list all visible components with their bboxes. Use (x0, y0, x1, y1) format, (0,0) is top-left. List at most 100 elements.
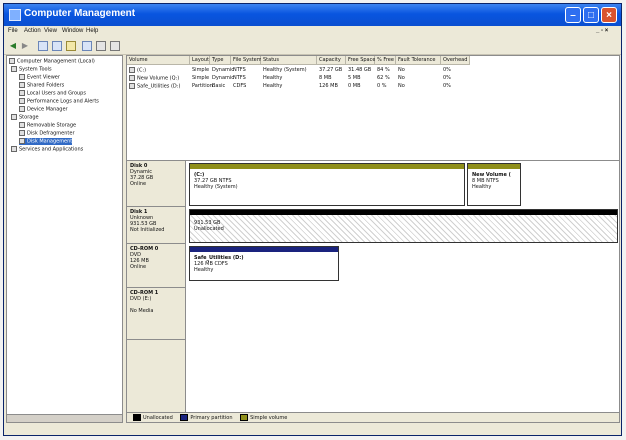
window-menu[interactable]: Window (62, 28, 83, 34)
table-cell: Healthy (263, 83, 283, 89)
folder-icon (19, 82, 25, 88)
table-cell: 31.48 GB (348, 67, 372, 73)
volume-icon (129, 67, 135, 73)
table-cell: Dynamic (212, 67, 235, 73)
tree-item-removable-storage[interactable]: Removable Storage (19, 122, 76, 129)
disk-info-cdrom-0[interactable]: CD-ROM 0 DVD 126 MB Online (127, 244, 186, 288)
disk-row-cdrom-1: CD-ROM 1 DVD (E:) No Media (127, 288, 619, 340)
table-cell: 0 MB (348, 83, 361, 89)
computer-icon (9, 58, 15, 64)
device-manager-icon (19, 106, 25, 112)
disk-row-disk-1: Disk 1 Unknown 931.53 GB Not Initialized… (127, 207, 619, 244)
help-menu[interactable]: Help (86, 28, 98, 34)
app-icon (9, 9, 21, 21)
column-overhead[interactable]: Overhead (441, 56, 470, 65)
partition-safe-utilities[interactable]: Safe_Utilities (D:) 126 MB CDFS Healthy (189, 246, 339, 281)
tree-item-device-manager[interactable]: Device Manager (19, 106, 68, 113)
disk-row-cdrom-0: CD-ROM 0 DVD 126 MB Online Safe_Utilitie… (127, 244, 619, 288)
minimize-button[interactable]: – (565, 7, 581, 23)
title-bar[interactable]: Computer Management – □ × (4, 4, 621, 26)
show-hide-tree-icon[interactable] (52, 41, 62, 51)
console-tree: Computer Management (Local) System Tools… (6, 55, 123, 423)
table-cell: 8 MB (319, 75, 332, 81)
partition-new-volume[interactable]: New Volume ( 8 MB NTFS Healthy (467, 163, 521, 206)
table-cell: 62 % (377, 75, 390, 81)
table-cell: 126 MB (319, 83, 338, 89)
table-cell: 0% (443, 75, 451, 81)
properties-icon[interactable] (66, 41, 76, 51)
table-cell: NTFS (233, 75, 246, 81)
table-cell: No (398, 67, 405, 73)
child-window-controls-icon[interactable]: _ ▫ × (596, 28, 608, 34)
window-title: Computer Management (24, 8, 136, 19)
list-icon[interactable] (110, 41, 120, 51)
maximize-button[interactable]: □ (583, 7, 599, 23)
tree-item-performance-logs[interactable]: Performance Logs and Alerts (19, 98, 99, 105)
table-cell: 84 % (377, 67, 390, 73)
forward-icon[interactable]: ▶ (20, 41, 30, 51)
tree-item-local-users-groups[interactable]: Local Users and Groups (19, 90, 86, 97)
tree-horizontal-scrollbar[interactable] (6, 414, 123, 423)
column-layout[interactable]: Layout (190, 56, 210, 65)
tree-item-shared-folders[interactable]: Shared Folders (19, 82, 64, 89)
table-cell: 37.27 GB (319, 67, 343, 73)
volume-icon (129, 83, 135, 89)
partition-c-volume[interactable]: (C:) 37.27 GB NTFS Healthy (System) (189, 163, 465, 206)
disk-info-disk-1[interactable]: Disk 1 Unknown 931.53 GB Not Initialized (127, 207, 186, 244)
tree-item-computer-management[interactable]: Computer Management (Local) (9, 58, 95, 65)
help-icon[interactable] (82, 41, 92, 51)
tree-item-event-viewer[interactable]: Event Viewer (19, 74, 60, 81)
tree-item-storage[interactable]: Storage (11, 114, 39, 121)
table-row[interactable]: (C:) (129, 67, 189, 74)
tree-item-system-tools[interactable]: System Tools (11, 66, 52, 73)
table-cell: Basic (212, 83, 226, 89)
table-cell: Dynamic (212, 75, 235, 81)
table-row[interactable]: New Volume (Q:) (129, 75, 189, 82)
disk-info-cdrom-1[interactable]: CD-ROM 1 DVD (E:) No Media (127, 288, 186, 340)
column-percent-free[interactable]: % Free (375, 56, 396, 65)
disk-legend: Unallocated Primary partition Simple vol… (127, 412, 619, 422)
storage-icon (11, 114, 17, 120)
tree-item-services-applications[interactable]: Services and Applications (11, 146, 83, 153)
disk-info-disk-0[interactable]: Disk 0 Dynamic 37.28 GB Online (127, 161, 186, 207)
unallocated-bar (190, 210, 617, 215)
simple-volume-bar (468, 164, 520, 169)
close-button[interactable]: × (601, 7, 617, 23)
event-viewer-icon (19, 74, 25, 80)
primary-partition-bar (190, 247, 338, 252)
back-icon[interactable]: ◀ (8, 41, 18, 51)
table-cell: No (398, 83, 405, 89)
volume-icon (129, 75, 135, 81)
file-menu[interactable]: File (8, 28, 18, 34)
column-fault-tolerance[interactable]: Fault Tolerance (396, 56, 441, 65)
table-cell: Simple (192, 75, 210, 81)
toolbar: ◀ ▶ (4, 39, 621, 55)
table-row[interactable]: Safe_Utilities (D:) (129, 83, 189, 90)
table-cell: Partition (192, 83, 213, 89)
column-capacity[interactable]: Capacity (317, 56, 346, 65)
up-level-icon[interactable] (38, 41, 48, 51)
table-cell: No (398, 75, 405, 81)
column-volume[interactable]: Volume (127, 56, 190, 65)
column-type[interactable]: Type (210, 56, 231, 65)
column-file-system[interactable]: File System (231, 56, 262, 65)
legend-swatch-primary (180, 414, 189, 421)
partition-unallocated[interactable]: 931.53 GB Unallocated (189, 209, 618, 243)
action-menu[interactable]: Action (24, 28, 41, 34)
view-menu[interactable]: View (44, 28, 57, 34)
table-cell: 5 MB (348, 75, 361, 81)
users-icon (19, 90, 25, 96)
legend-swatch-unallocated (133, 414, 141, 421)
settings-icon[interactable] (96, 41, 106, 51)
computer-management-window: Computer Management – □ × File Action Vi… (3, 3, 622, 436)
services-icon (11, 146, 17, 152)
table-cell: 0 % (377, 83, 387, 89)
column-status[interactable]: Status (261, 56, 317, 65)
table-cell: 0% (443, 83, 451, 89)
tree-item-disk-management[interactable]: Disk Management (19, 138, 73, 145)
column-free-space[interactable]: Free Space (346, 56, 375, 65)
tree-item-disk-defragmenter[interactable]: Disk Defragmenter (19, 130, 75, 137)
table-cell: Healthy (System) (263, 67, 307, 73)
performance-icon (19, 98, 25, 104)
table-cell: CDFS (233, 83, 247, 89)
